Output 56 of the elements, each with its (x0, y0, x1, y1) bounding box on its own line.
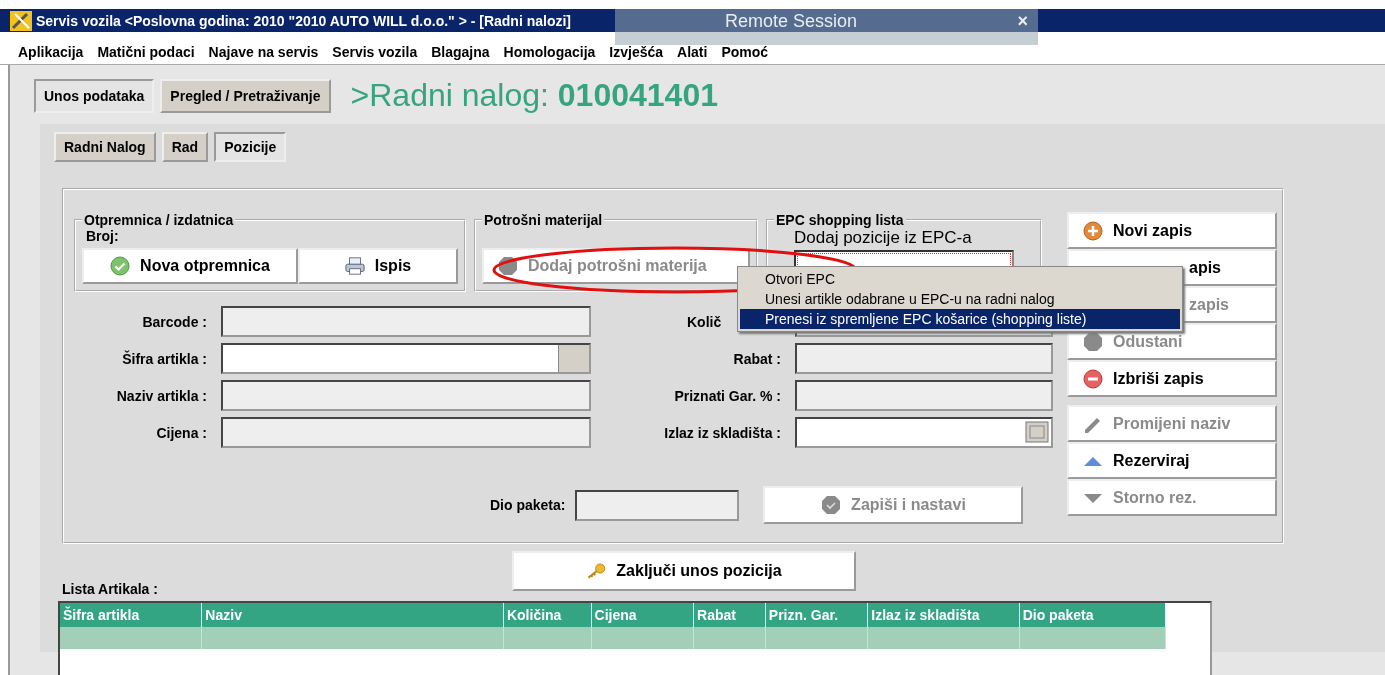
window-title: Servis vozila <Poslovna godina: 2010 "2010 AUTO WILL d.o.o." > - [Radni nalozi] (36, 12, 572, 29)
group-title: EPC shopping lista (775, 212, 905, 228)
group-title: Potrošni materijal (483, 212, 604, 228)
input-field[interactable] (221, 417, 591, 448)
field-label: Broj: (85, 228, 120, 246)
menu-item[interactable]: Alati (677, 44, 708, 60)
group-subtitle: Dodaj pozicije iz EPC-a (793, 228, 973, 248)
field-label: Izlaz iz skladišta : (663, 424, 781, 441)
action-button[interactable]: Ispis (298, 248, 458, 284)
action-button[interactable]: Nova otpremnica (82, 248, 298, 284)
check-icon (110, 256, 131, 276)
field-label: Barcode : (141, 313, 207, 330)
menu-item[interactable]: Unesi artikle odabrane u EPC-u na radni nalog (740, 289, 1180, 309)
menu-item[interactable]: Matični podaci (97, 44, 195, 60)
input-field[interactable] (221, 380, 591, 411)
remote-session-title: Remote Session (725, 10, 859, 32)
menu-item[interactable]: Servis vozila (332, 44, 418, 60)
menu-item[interactable]: Najave na servis (208, 44, 319, 60)
section-tab[interactable]: Pozicije (214, 132, 287, 162)
input-field[interactable] (575, 489, 740, 521)
input-field[interactable] (795, 380, 1053, 411)
close-button[interactable]: × (1017, 10, 1028, 32)
printer-icon (344, 256, 365, 276)
mode-tab[interactable]: Unos podataka (34, 78, 155, 113)
menu-item[interactable]: Blagajna (431, 44, 490, 60)
octagon-check-icon (821, 495, 842, 515)
menu-item[interactable]: Homologacija (503, 44, 596, 60)
plus-icon (1083, 220, 1103, 241)
input-field[interactable] (795, 343, 1053, 374)
field-label: Cijena : (155, 424, 207, 441)
mode-tab[interactable]: Pregled / Pretraživanje (160, 78, 331, 113)
input-field[interactable] (221, 343, 591, 374)
field-label: Naziv artikla : (115, 387, 207, 404)
action-button[interactable]: Rezerviraj (1067, 442, 1277, 479)
input-field[interactable] (221, 306, 591, 337)
section-tab[interactable]: Radni Nalog (54, 132, 156, 162)
menu-item[interactable]: Pomoć (721, 44, 769, 60)
date-field[interactable] (795, 417, 1053, 448)
field-label: Dio paketa: (490, 497, 566, 513)
field-label: Šifra artikla : (121, 350, 207, 367)
list-title: Lista Artikala : (62, 581, 159, 597)
menu-item[interactable]: Izvješća (609, 44, 664, 60)
menu-item[interactable]: Prenesi iz spremljene EPC košarice (shopping liste) (740, 309, 1180, 329)
group-title: Otpremnica / izdatnica (83, 212, 235, 228)
action-button[interactable]: Izbriši zapis (1067, 360, 1277, 397)
page-heading: >Radni nalog: 010041401 (350, 77, 718, 114)
action-button[interactable]: Novi zapis (1067, 212, 1277, 249)
minus-icon (1083, 368, 1103, 389)
section-tab[interactable]: Rad (161, 132, 209, 162)
wrench-icon (10, 10, 32, 31)
field-label: Priznati Gar. % : (673, 387, 781, 404)
finish-button[interactable]: Zaključi unos pozicija (512, 551, 856, 591)
field-label: Rabat : (732, 350, 781, 367)
menu-item[interactable]: Aplikacija (18, 44, 84, 60)
key-icon (586, 561, 607, 581)
octagon-icon (498, 256, 518, 276)
